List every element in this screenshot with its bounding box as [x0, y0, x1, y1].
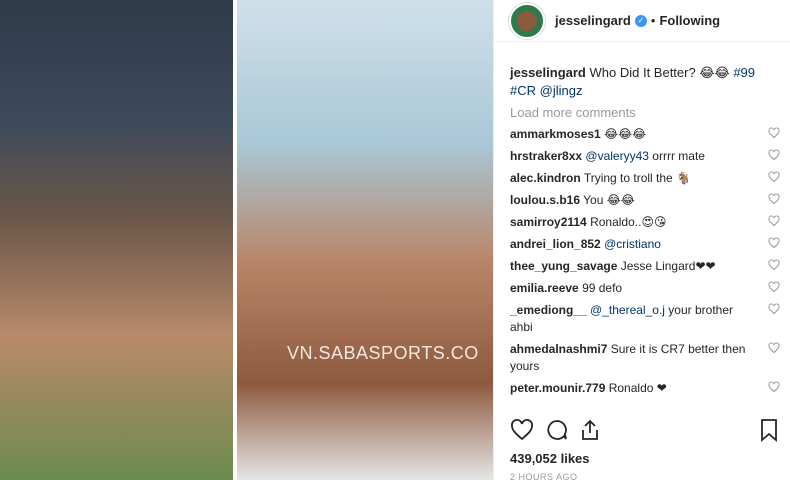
comment-text: You 😂😂 [583, 193, 635, 207]
avatar-image [517, 10, 537, 31]
share-icon[interactable] [578, 418, 602, 442]
comment-username[interactable]: ahmedalnashmi7 [510, 342, 607, 356]
post-image[interactable]: VN.SABASPORTS.CO [0, 0, 493, 480]
comment-row: _emediong__ @_thereal_o.j your brother a… [510, 302, 780, 336]
comment-row: hrstraker8xx @valeryy43 orrrr mate [510, 148, 780, 165]
comment-username[interactable]: emilia.reeve [510, 281, 579, 295]
photo-right-player [237, 0, 493, 480]
comment-like-icon[interactable] [768, 259, 780, 271]
comment-text: 99 defo [582, 281, 623, 295]
comment-like-icon[interactable] [768, 303, 780, 315]
comment-text: Trying to troll the 🐐 [583, 171, 692, 185]
comment-row: emilia.reeve 99 defo [510, 280, 780, 297]
comment-text: 😂😂😂 [604, 127, 647, 141]
comment-like-icon[interactable] [768, 171, 780, 183]
following-button[interactable]: Following [659, 13, 720, 28]
comment-mention[interactable]: @_thereal_o.j [590, 303, 665, 317]
comment-text: orrrr mate [652, 149, 705, 163]
bookmark-icon[interactable] [757, 418, 781, 442]
comment-username[interactable]: samirroy2114 [510, 215, 587, 229]
comment-row: ahmedalnashmi7 Sure it is CR7 better the… [510, 341, 780, 375]
watermark: VN.SABASPORTS.CO [287, 343, 479, 363]
comment-username[interactable]: loulou.s.b16 [510, 193, 580, 207]
comment-row: thee_yung_savage Jesse Lingard❤❤ [510, 258, 780, 275]
comment-like-icon[interactable] [768, 342, 780, 354]
comment-like-icon[interactable] [768, 215, 780, 227]
comment-row: samirroy2114 Ronaldo..😍😘 [510, 214, 780, 231]
comment-mention[interactable]: @valeryy43 [585, 149, 649, 163]
caption: jesselingard Who Did It Better? 😂😂 #99 #… [510, 64, 780, 100]
comment-row: loulou.s.b16 You 😂😂 [510, 192, 780, 209]
comment-bubble-icon[interactable] [545, 418, 569, 442]
caption-username[interactable]: jesselingard [510, 65, 586, 80]
comment-username[interactable]: peter.mounir.779 [510, 381, 605, 395]
comment-username[interactable]: thee_yung_savage [510, 259, 617, 273]
comment-row: alec.kindron Trying to troll the 🐐 [510, 170, 780, 187]
comment-text: Ronaldo ❤ [608, 381, 667, 395]
comment-like-icon[interactable] [768, 127, 780, 139]
post-header: jesselingard ✓ • Following [494, 0, 790, 42]
comment-text: Ronaldo..😍😘 [590, 215, 667, 229]
like-count[interactable]: 439,052 likes [510, 451, 590, 466]
verified-badge-icon: ✓ [634, 14, 647, 27]
comment-like-icon[interactable] [768, 237, 780, 249]
comment-username[interactable]: andrei_lion_852 [510, 237, 601, 251]
caption-text: Who Did It Better? 😂😂 [589, 65, 730, 80]
comment-text: Jesse Lingard❤❤ [620, 259, 716, 273]
comment-row: peter.mounir.779 Ronaldo ❤ [510, 380, 780, 397]
comment-list: jesselingard Who Did It Better? 😂😂 #99 #… [510, 64, 780, 397]
comment-username[interactable]: alec.kindron [510, 171, 581, 185]
comment-mention[interactable]: @cristiano [604, 237, 661, 251]
header-username[interactable]: jesselingard [555, 13, 631, 28]
comment-like-icon[interactable] [768, 281, 780, 293]
comment-like-icon[interactable] [768, 149, 780, 161]
photo-left-player [0, 0, 233, 480]
comment-row: andrei_lion_852 @cristiano [510, 236, 780, 253]
load-more-comments-link[interactable]: Load more comments [510, 105, 780, 121]
heart-outline-icon[interactable] [510, 418, 534, 442]
avatar[interactable] [509, 2, 545, 39]
comment-username[interactable]: hrstraker8xx [510, 149, 582, 163]
post-sidebar: jesselingard ✓ • Following jesselingard … [493, 0, 790, 480]
separator-dot: • [650, 13, 656, 28]
comment-row: ammarkmoses1 😂😂😂 [510, 126, 780, 143]
comment-username[interactable]: ammarkmoses1 [510, 127, 601, 141]
comment-username[interactable]: _emediong__ [510, 303, 587, 317]
post-timestamp: 2 HOURS AGO [510, 472, 578, 480]
comment-like-icon[interactable] [768, 193, 780, 205]
comment-like-icon[interactable] [768, 381, 780, 393]
action-bar [510, 418, 785, 444]
